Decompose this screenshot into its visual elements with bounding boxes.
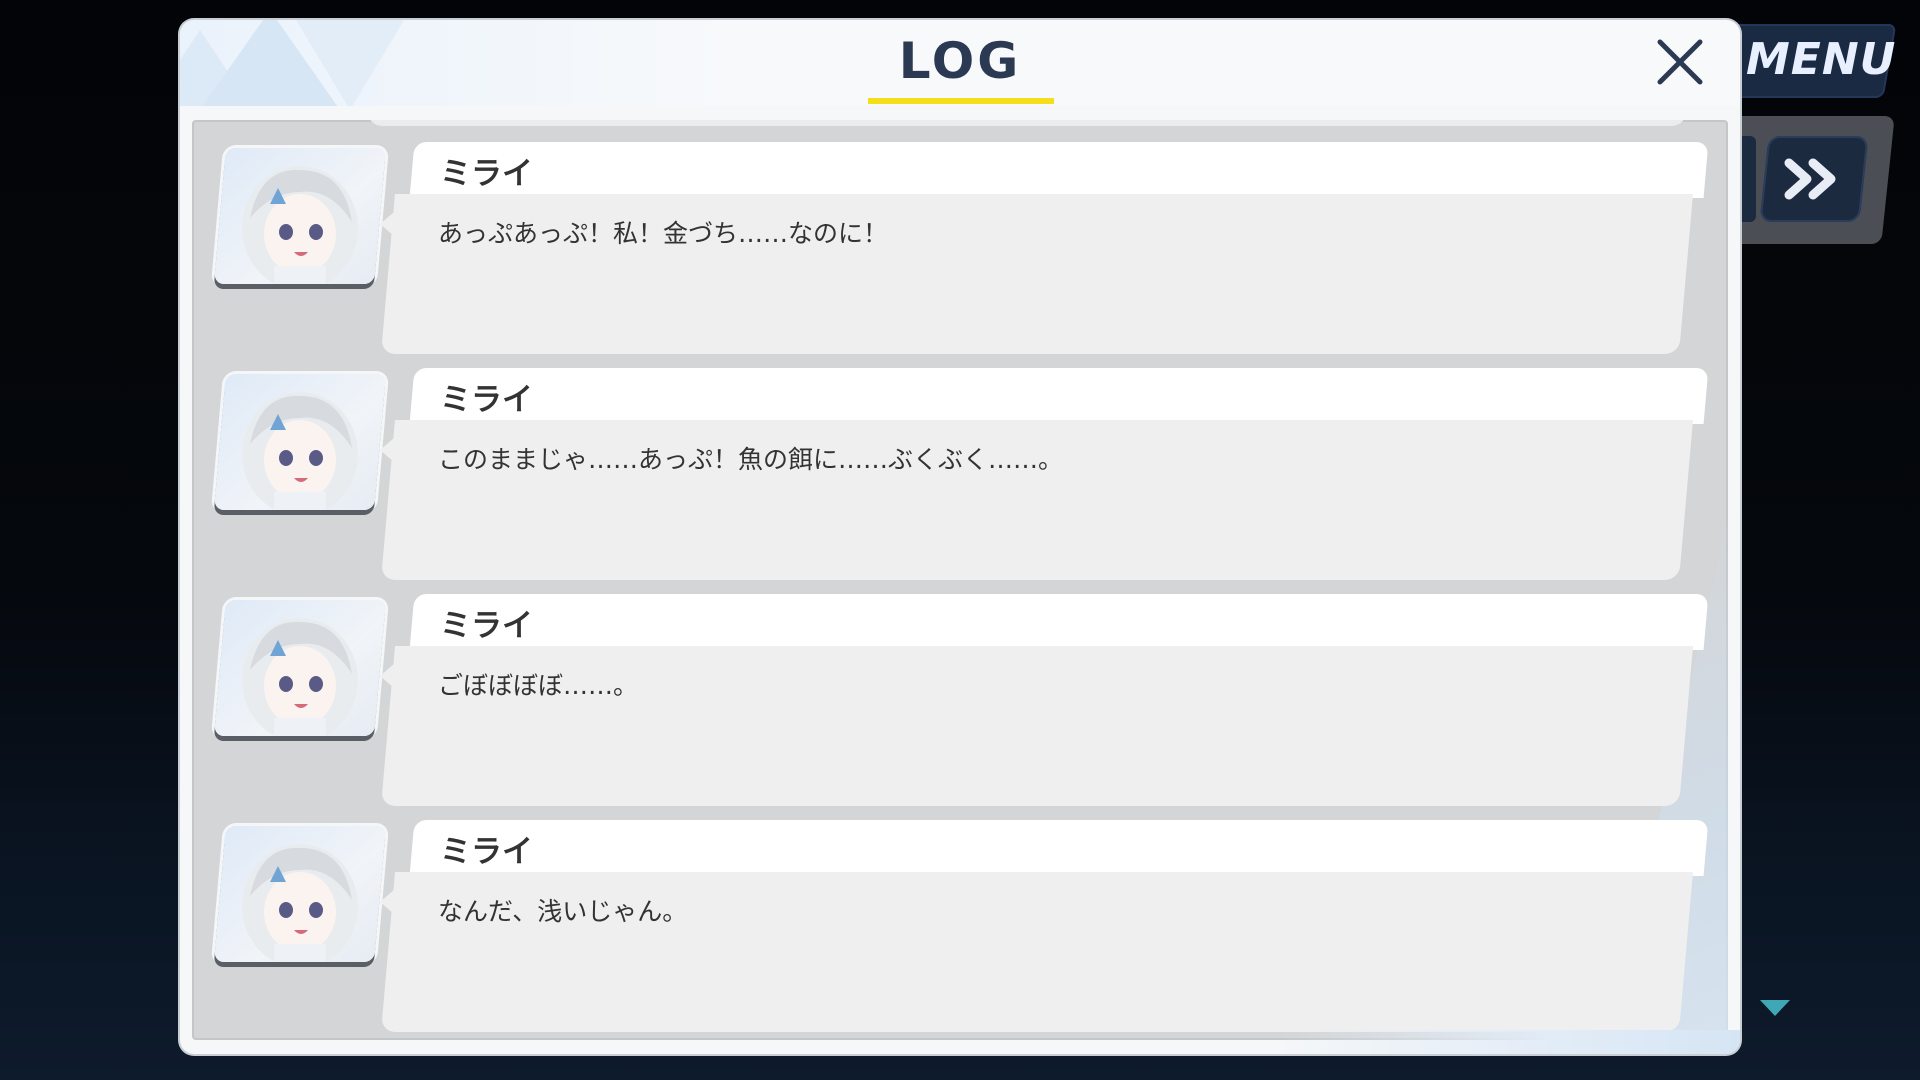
- log-entry: ミライ あっぷあっぷ！私！金づち……なのに！: [192, 142, 1728, 358]
- speaker-name-plate: [409, 368, 1709, 424]
- dialogue-text: このままじゃ……あっぷ！魚の餌に……ぶくぶく……。: [438, 445, 1064, 474]
- speaker-name-plate: [409, 594, 1709, 650]
- log-entry: ミライ このままじゃ……あっぷ！魚の餌に……ぶくぶく……。: [192, 368, 1728, 584]
- log-entry: ミライ ごぼぼぼぼ……。: [192, 594, 1728, 810]
- character-portrait-icon: [242, 166, 358, 284]
- fast-forward-icon: [1784, 158, 1836, 200]
- log-entry: ミライ なんだ、浅いじゃん。: [192, 820, 1728, 1036]
- character-portrait-icon: [242, 618, 358, 736]
- dialogue-text: なんだ、浅いじゃん。: [438, 897, 688, 926]
- scroll-down-icon[interactable]: [1760, 1000, 1790, 1016]
- previous-entry-edge: [368, 120, 1686, 126]
- speaker-name-plate: [409, 142, 1709, 198]
- character-portrait-icon: [242, 844, 358, 962]
- log-list[interactable]: ミライ あっぷあっぷ！私！金づち……なのに！ ミライ このままじゃ……あっぷ！魚…: [192, 120, 1728, 1040]
- avatar: [214, 148, 386, 284]
- close-icon: [1657, 39, 1703, 85]
- dialogue-text: あっぷあっぷ！私！金づち……なのに！: [438, 219, 889, 248]
- character-portrait-icon: [242, 392, 358, 510]
- speaker-name: ミライ: [440, 608, 533, 644]
- log-modal: LOG ミライ あっぷあっぷ！私！金づち……なのに！ ミライ このままじゃ……あ…: [180, 20, 1740, 1054]
- dialogue-text: ごぼぼぼぼ……。: [438, 671, 639, 700]
- menu-label[interactable]: MENU: [1746, 34, 1896, 85]
- skip-button[interactable]: [1759, 136, 1869, 222]
- speaker-name-plate: [409, 820, 1709, 876]
- close-button[interactable]: [1652, 34, 1708, 90]
- bottom-decoration: [1280, 1030, 1740, 1054]
- speaker-name: ミライ: [440, 834, 533, 870]
- title-underline: [868, 98, 1054, 104]
- speaker-name: ミライ: [440, 382, 533, 418]
- avatar: [214, 826, 386, 962]
- avatar: [214, 374, 386, 510]
- modal-title: LOG: [898, 32, 1022, 90]
- modal-header: LOG: [180, 20, 1740, 106]
- speaker-name: ミライ: [440, 156, 533, 192]
- avatar: [214, 600, 386, 736]
